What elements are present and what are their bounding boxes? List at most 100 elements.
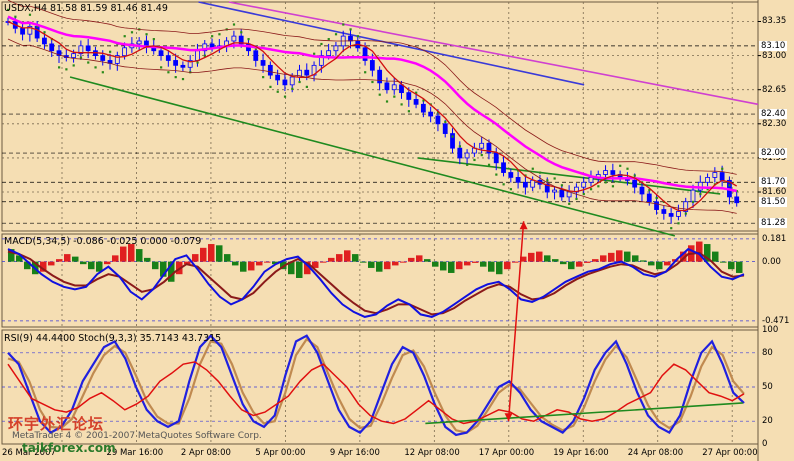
- price-tag: 82.00: [759, 148, 788, 159]
- sar-dot: [87, 61, 90, 64]
- candle-body: [581, 181, 587, 188]
- sar-dot: [531, 167, 534, 170]
- candle-body: [464, 152, 470, 159]
- candle-body: [522, 181, 528, 188]
- macd-bar: [528, 252, 535, 262]
- sar-dot: [728, 184, 731, 187]
- time-tick-label: 9 Apr 16:00: [329, 448, 380, 458]
- macd-bar: [656, 261, 663, 270]
- forum-site: taikforex.com: [22, 441, 116, 455]
- candle-body: [479, 142, 485, 149]
- macd-bar: [368, 261, 375, 268]
- sar-dot: [240, 31, 243, 34]
- candle-body: [260, 60, 266, 66]
- macd-tick-label: 0.181: [762, 233, 787, 244]
- macd-bar: [344, 250, 351, 262]
- macd-bar: [536, 251, 543, 262]
- sar-dot: [283, 95, 287, 98]
- macd-bar: [544, 255, 551, 262]
- macd-bar: [104, 261, 111, 265]
- candle-body: [632, 179, 638, 188]
- candle-body: [413, 99, 419, 105]
- sar-dot: [356, 35, 359, 38]
- sar-dot: [473, 158, 476, 162]
- macd-bar: [376, 261, 383, 272]
- sar-dot: [94, 66, 97, 69]
- candle-body: [85, 45, 91, 52]
- candle-body: [34, 25, 40, 39]
- price-tick-label: 82.65: [762, 84, 787, 95]
- candle-body: [362, 47, 368, 61]
- rsi-tick-label: 50: [762, 382, 773, 392]
- macd-tick-label: 0.00: [762, 256, 781, 267]
- sar-dot: [247, 38, 250, 41]
- sar-dot: [327, 38, 330, 41]
- macd-bar: [608, 252, 615, 262]
- candle-body: [603, 170, 608, 175]
- macd-bar: [432, 261, 439, 267]
- candle-body: [71, 53, 76, 58]
- sar-dot: [677, 222, 680, 225]
- sar-dot: [546, 179, 549, 182]
- candle-body: [493, 152, 499, 164]
- copyright-text: MetaTrader 4 © 2001-2007 MetaQuotes Soft…: [12, 431, 262, 441]
- candle-body: [610, 170, 616, 175]
- sar-dot: [589, 188, 593, 191]
- macd-bar: [480, 261, 487, 267]
- candle-body: [552, 189, 557, 193]
- candle-body: [122, 47, 127, 56]
- macd-bar: [152, 261, 159, 270]
- macd-bar: [576, 261, 583, 267]
- macd-bar: [592, 259, 599, 262]
- candle-body: [180, 64, 186, 68]
- sar-dot: [575, 197, 578, 201]
- macd-bar: [448, 261, 455, 273]
- candle-body: [267, 64, 273, 76]
- macd-bar: [424, 259, 431, 262]
- candle-body: [348, 35, 353, 42]
- sar-dot: [130, 31, 134, 34]
- macd-bar: [456, 261, 463, 270]
- sar-dot: [444, 120, 447, 124]
- macd-bar: [736, 261, 743, 273]
- macd-bar: [352, 254, 359, 262]
- macd-bar: [640, 260, 647, 262]
- sar-dot: [509, 188, 513, 191]
- sar-dot: [349, 28, 352, 31]
- candle-body: [282, 79, 288, 86]
- price-tick-label: 83.00: [762, 50, 787, 61]
- candle-body: [165, 55, 171, 61]
- sar-dot: [670, 227, 673, 230]
- macd-bar: [568, 261, 575, 270]
- macd-bar: [696, 241, 703, 262]
- candle-body: [442, 123, 448, 134]
- macd-bar: [136, 249, 143, 262]
- sar-dot: [451, 135, 454, 138]
- macd-bar: [400, 261, 407, 263]
- macd-bar: [72, 256, 79, 262]
- macd-bar: [264, 261, 271, 263]
- candle-body: [420, 103, 426, 113]
- macd-bar: [624, 251, 631, 262]
- price-tick-label: 82.30: [762, 118, 787, 129]
- candle-body: [639, 186, 645, 195]
- candle-body: [384, 82, 390, 91]
- sar-dot: [378, 93, 381, 96]
- macd-bar: [328, 257, 335, 262]
- sar-dot: [109, 50, 112, 53]
- candle-body: [391, 84, 397, 91]
- price-tag: 81.50: [759, 196, 788, 207]
- macd-bar: [392, 261, 399, 266]
- macd-bar: [360, 261, 367, 263]
- sar-dot: [320, 42, 323, 46]
- sar-dot: [232, 23, 236, 26]
- sar-dot: [538, 171, 542, 174]
- macd-bar: [584, 261, 591, 263]
- candle-body: [588, 177, 594, 183]
- candle-body: [712, 172, 718, 178]
- macd-bar: [512, 261, 519, 263]
- candle-body: [559, 189, 565, 198]
- macd-bar: [552, 259, 559, 262]
- sar-dot: [174, 76, 177, 79]
- sar-dot: [582, 192, 585, 196]
